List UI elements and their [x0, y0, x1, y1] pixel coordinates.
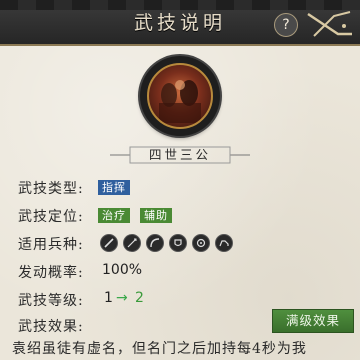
position-tag-heal: 治疗: [98, 208, 130, 223]
trigger-chance-value: 100%: [102, 262, 143, 278]
wheel-icon: [192, 234, 210, 252]
header-bar: 武技说明 ?: [0, 0, 360, 46]
unit-types-label: 适用兵种:: [18, 237, 84, 253]
level-to: 2: [135, 290, 144, 306]
max-level-effect-button[interactable]: 满级效果: [272, 309, 354, 333]
skill-portrait: [140, 56, 220, 136]
position-tag-support: 辅助: [140, 208, 172, 223]
sword-icon: [100, 234, 118, 252]
skill-name: 四世三公: [148, 147, 211, 162]
trigger-chance-label: 发动概率:: [18, 265, 84, 281]
skill-type-tag: 指挥: [98, 180, 130, 195]
skill-level-label: 武技等级:: [18, 293, 84, 309]
help-button[interactable]: ?: [274, 13, 298, 37]
skill-position-label: 武技定位:: [18, 209, 84, 225]
bow-icon: [146, 234, 164, 252]
level-from: 1: [104, 290, 113, 306]
skill-type-label: 武技类型:: [18, 181, 84, 197]
close-icon[interactable]: [304, 8, 356, 40]
level-arrow-icon: →: [116, 290, 128, 306]
skill-effect-label: 武技效果:: [18, 319, 84, 335]
skill-name-banner: 四世三公: [110, 146, 250, 164]
cavalry-icon: [215, 234, 233, 252]
skill-description: 袁绍虽徒有虚名，但名门之后加持每4秒为我: [12, 341, 307, 357]
skill-illustration: [147, 63, 213, 129]
shield-icon: [169, 234, 187, 252]
spear-icon: [123, 234, 141, 252]
